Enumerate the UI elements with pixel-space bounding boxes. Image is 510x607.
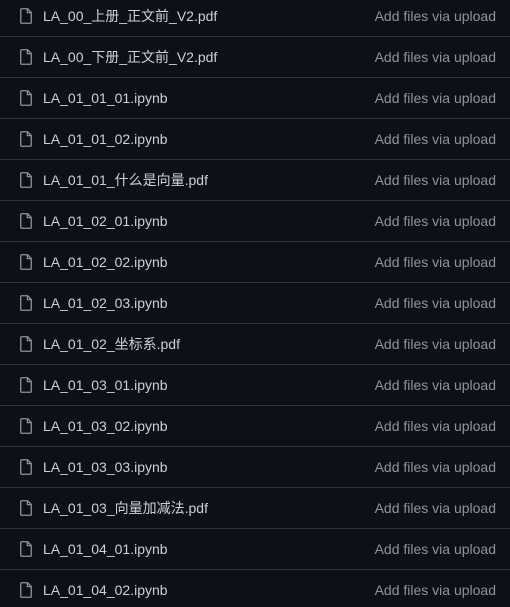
commit-message-link[interactable]: Add files via upload (375, 375, 496, 395)
file-row[interactable]: LA_00_上册_正文前_V2.pdf Add files via upload (0, 0, 510, 36)
file-row[interactable]: LA_01_03_02.ipynb Add files via upload (0, 405, 510, 446)
file-row[interactable]: LA_01_02_01.ipynb Add files via upload (0, 200, 510, 241)
commit-message-link[interactable]: Add files via upload (375, 498, 496, 518)
commit-message-link[interactable]: Add files via upload (375, 170, 496, 190)
commit-message-link[interactable]: Add files via upload (375, 47, 496, 67)
file-name-link[interactable]: LA_01_01_01.ipynb (43, 88, 168, 108)
file-row[interactable]: LA_01_01_什么是向量.pdf Add files via upload (0, 159, 510, 200)
file-name-link[interactable]: LA_01_01_什么是向量.pdf (43, 170, 208, 190)
commit-message-link[interactable]: Add files via upload (375, 211, 496, 231)
commit-message-link[interactable]: Add files via upload (375, 252, 496, 272)
file-icon (20, 459, 32, 475)
file-name-link[interactable]: LA_01_03_01.ipynb (43, 375, 168, 395)
file-row[interactable]: LA_01_02_02.ipynb Add files via upload (0, 241, 510, 282)
file-icon (20, 254, 32, 270)
commit-message-link[interactable]: Add files via upload (375, 6, 496, 26)
file-icon (20, 90, 32, 106)
file-row[interactable]: LA_01_03_向量加减法.pdf Add files via upload (0, 487, 510, 528)
file-name-link[interactable]: LA_00_下册_正文前_V2.pdf (43, 47, 217, 67)
file-name-link[interactable]: LA_01_01_02.ipynb (43, 129, 168, 149)
file-name-link[interactable]: LA_00_上册_正文前_V2.pdf (43, 6, 217, 26)
commit-message-link[interactable]: Add files via upload (375, 88, 496, 108)
file-name-link[interactable]: LA_01_04_01.ipynb (43, 539, 168, 559)
file-row[interactable]: LA_01_02_坐标系.pdf Add files via upload (0, 323, 510, 364)
file-icon (20, 500, 32, 516)
file-name-link[interactable]: LA_01_03_03.ipynb (43, 457, 168, 477)
file-icon (20, 295, 32, 311)
file-icon (20, 131, 32, 147)
commit-message-link[interactable]: Add files via upload (375, 416, 496, 436)
file-name-link[interactable]: LA_01_04_02.ipynb (43, 580, 168, 600)
file-row[interactable]: LA_01_01_02.ipynb Add files via upload (0, 118, 510, 159)
commit-message-link[interactable]: Add files via upload (375, 457, 496, 477)
file-row[interactable]: LA_01_04_02.ipynb Add files via upload (0, 569, 510, 607)
commit-message-link[interactable]: Add files via upload (375, 580, 496, 600)
commit-message-link[interactable]: Add files via upload (375, 539, 496, 559)
file-icon (20, 7, 32, 24)
file-icon (20, 213, 32, 229)
file-list: LA_00_上册_正文前_V2.pdf Add files via upload L… (0, 0, 510, 607)
file-row[interactable]: LA_01_03_03.ipynb Add files via upload (0, 446, 510, 487)
file-row[interactable]: LA_01_01_01.ipynb Add files via upload (0, 77, 510, 118)
file-row[interactable]: LA_00_下册_正文前_V2.pdf Add files via upload (0, 36, 510, 77)
commit-message-link[interactable]: Add files via upload (375, 334, 496, 354)
commit-message-link[interactable]: Add files via upload (375, 293, 496, 313)
file-name-link[interactable]: LA_01_03_02.ipynb (43, 416, 168, 436)
file-name-link[interactable]: LA_01_02_02.ipynb (43, 252, 168, 272)
file-row[interactable]: LA_01_02_03.ipynb Add files via upload (0, 282, 510, 323)
file-icon (20, 336, 32, 352)
file-icon (20, 541, 32, 557)
file-icon (20, 418, 32, 434)
file-name-link[interactable]: LA_01_02_坐标系.pdf (43, 334, 180, 354)
file-icon (20, 582, 32, 598)
commit-message-link[interactable]: Add files via upload (375, 129, 496, 149)
file-rows: LA_00_上册_正文前_V2.pdf Add files via upload L… (0, 0, 510, 607)
file-icon (20, 49, 32, 65)
file-name-link[interactable]: LA_01_03_向量加减法.pdf (43, 498, 208, 518)
file-icon (20, 377, 32, 393)
file-name-link[interactable]: LA_01_02_01.ipynb (43, 211, 168, 231)
file-icon (20, 172, 32, 188)
file-row[interactable]: LA_01_04_01.ipynb Add files via upload (0, 528, 510, 569)
file-name-link[interactable]: LA_01_02_03.ipynb (43, 293, 168, 313)
file-row[interactable]: LA_01_03_01.ipynb Add files via upload (0, 364, 510, 405)
